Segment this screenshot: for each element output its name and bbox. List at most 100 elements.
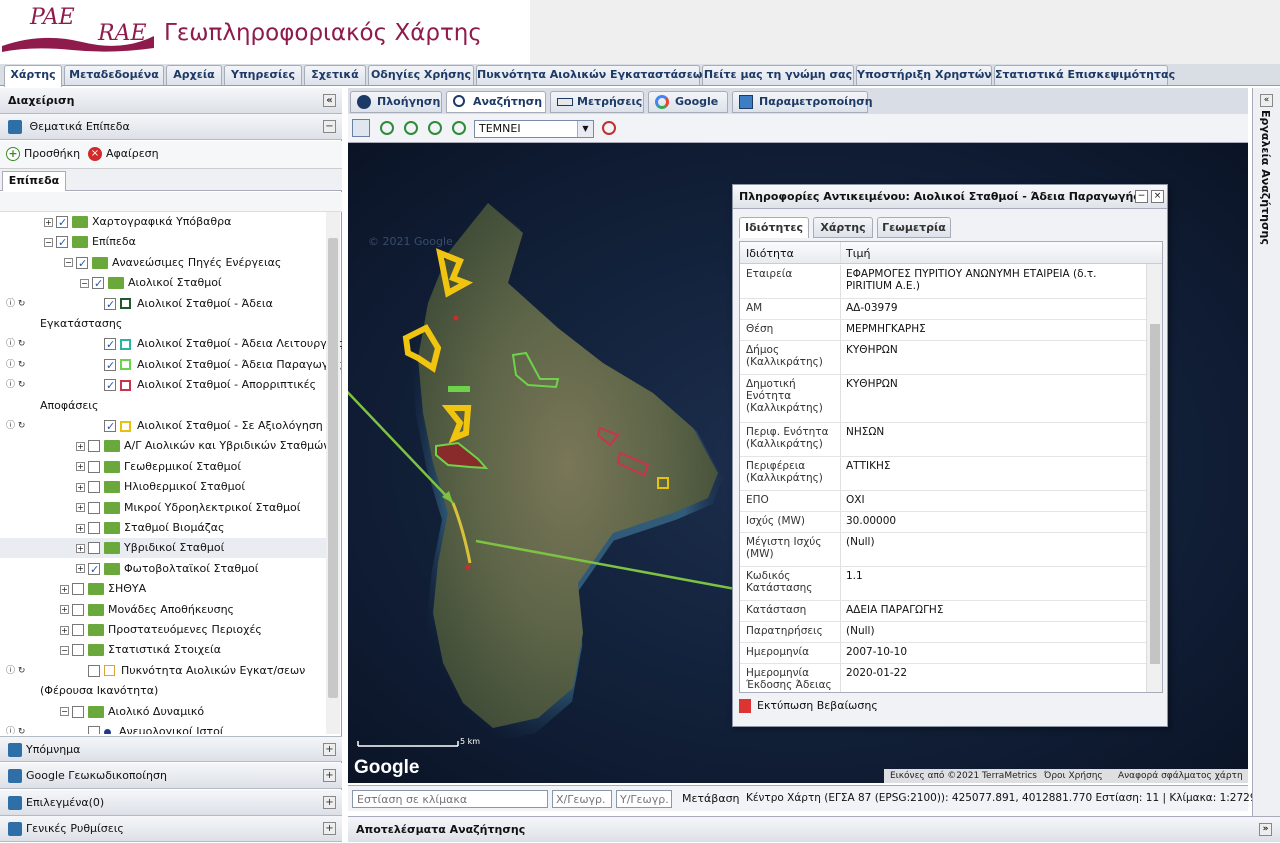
expand-right-button[interactable]: « [1260,94,1273,107]
layer-checkbox[interactable] [88,501,100,514]
tree-node[interactable]: (Φέρουσα Ικανότητα) [40,681,158,701]
dialog-title[interactable]: Πληροφορίες Αντικειμένου: Αιολικοί Σταθμ… [733,185,1167,209]
property-row[interactable]: Δημοτική Ενότητα (Καλλικράτης) ΚΥΘΗΡΩΝ [740,375,1146,423]
grid-scroll-thumb[interactable] [1150,324,1160,664]
tree-node[interactable]: + Γεωθερμικοί Σταθμοί [76,457,241,477]
tab-map[interactable]: Χάρτης [4,65,62,87]
remove-button[interactable]: × Αφαίρεση [88,147,159,161]
tab-support[interactable]: Υποστήριξη Χρηστών [856,65,992,85]
tree-scrollbar[interactable] [326,212,340,734]
layer-checkbox[interactable] [92,274,104,294]
clear-search-icon[interactable] [602,121,616,135]
expand-toggle-icon[interactable]: + [44,217,53,227]
tree-node[interactable]: − Επίπεδα [44,232,136,253]
tree-node[interactable]: Αποφάσεις [40,396,98,416]
tree-node[interactable]: + Χαρτογραφικά Υπόβαθρα [44,212,231,233]
layer-checkbox[interactable] [104,417,116,437]
x-coordinate-input[interactable] [552,790,612,808]
tree-node[interactable]: − Αιολικό Δυναμικό [60,702,204,722]
selected-panel[interactable]: Επιλεγμένα(0) + [0,790,342,816]
property-row[interactable]: Θέση ΜΕΡΜΗΓΚΑΡΗΣ [740,320,1146,341]
tree-node[interactable]: − Αιολικοί Σταθμοί [80,273,222,294]
property-row[interactable]: Περιφέρεια (Καλλικράτης) ΑΤΤΙΚΗΣ [740,457,1146,491]
info-icons[interactable]: ⓘ ↻ [6,334,36,354]
y-coordinate-input[interactable] [616,790,672,808]
zoom-selection-icon[interactable] [452,121,466,135]
tab-properties[interactable]: Ιδιότητες [739,217,809,238]
tab-about[interactable]: Σχετικά [304,65,366,85]
property-row[interactable]: Μέγιστη Ισχύς (MW) (Null) [740,533,1146,567]
refresh-icon[interactable]: ↻ [18,380,26,390]
close-icon[interactable]: × [1151,190,1164,203]
geocode-panel[interactable]: Google Γεωκωδικοποίηση + [0,763,342,789]
layer-checkbox[interactable] [88,726,100,734]
info-icons[interactable]: ⓘ ↻ [6,416,36,436]
layer-checkbox[interactable] [72,644,84,657]
info-icon[interactable]: ⓘ [6,421,15,431]
info-icons[interactable]: ⓘ ↻ [6,661,36,681]
report-link[interactable]: Αναφορά σφάλματος χάρτη [1118,769,1243,783]
tree-node[interactable]: + Ηλιοθερμικοί Σταθμοί [76,477,245,497]
thematic-header[interactable]: Θεματικά Επίπεδα − [0,114,342,140]
expand-toggle-icon[interactable]: + [76,564,85,574]
tree-node[interactable]: Πυκνότητα Αιολικών Εγκατ/σεων [88,661,305,681]
property-row[interactable]: Δήμος (Καλλικράτης) ΚΥΘΗΡΩΝ [740,341,1146,375]
tree-node[interactable]: Αιολικοί Σταθμοί - Απορριπτικές [104,375,316,396]
layer-checkbox[interactable] [88,542,100,555]
property-row[interactable]: Παρατηρήσεις (Null) [740,622,1146,643]
grid-scrollbar[interactable] [1146,264,1162,692]
tree-node[interactable]: − Στατιστικά Στοιχεία [60,640,221,660]
tree-node[interactable]: − Ανανεώσιμες Πηγές Ενέργειας [64,253,281,274]
tree-node[interactable]: Αιολικοί Σταθμοί - Άδεια Παραγωγής [104,355,342,376]
layer-checkbox[interactable] [88,460,100,473]
info-icon[interactable]: ⓘ [6,727,15,734]
tree-node[interactable]: + Υβριδικοί Σταθμοί [0,538,326,559]
tree-node[interactable]: Αιολικοί Σταθμοί - Σε Αξιολόγηση [104,416,323,437]
info-icons[interactable]: ⓘ ↻ [6,355,36,375]
layer-checkbox[interactable] [88,664,100,677]
property-row[interactable]: Εταιρεία ΕΦΑΡΜΟΓΕΣ ΠΥΡΙΤΙΟΥ ΑΝΩΝΥΜΗ ΕΤΑΙΡ… [740,265,1146,299]
layer-checkbox[interactable] [76,254,88,274]
property-row[interactable]: ΑΜ ΑΔ-03979 [740,299,1146,320]
info-icon[interactable]: ⓘ [6,666,15,676]
search-results-panel[interactable]: Αποτελέσματα Αναζήτησης » [348,816,1280,842]
property-row[interactable]: Κωδικός Κατάστασης 1.1 [740,567,1146,601]
layer-checkbox[interactable] [88,522,100,534]
tab-dialog-map[interactable]: Χάρτης [813,217,873,238]
layer-checkbox[interactable] [104,295,116,315]
tab-geometry[interactable]: Γεωμετρία [877,217,951,238]
expand-legend-button[interactable]: + [323,743,336,756]
tree-node[interactable]: + Φωτοβολταϊκοί Σταθμοί [76,559,259,580]
tab-measurements[interactable]: Μετρήσεις [550,91,644,113]
expand-geocode-button[interactable]: + [323,769,336,782]
expand-toggle-icon[interactable]: + [76,462,85,472]
tab-services[interactable]: Υπηρεσίες [224,65,302,85]
add-button[interactable]: + Προσθήκη [6,147,80,161]
info-icon[interactable]: ⓘ [6,339,15,349]
expand-toggle-icon[interactable]: + [76,482,85,492]
expand-toggle-icon[interactable]: + [60,625,69,635]
tree-node[interactable]: Εγκατάστασης [40,314,122,334]
focus-scale-input[interactable] [352,790,548,808]
tree-scroll-thumb[interactable] [328,238,338,698]
settings-panel[interactable]: Γενικές Ρυθμίσεις + [0,816,342,842]
collapse-thematic-button[interactable]: − [323,120,336,133]
tab-statistics[interactable]: Στατιστικά Επισκεψιμότητας [994,65,1175,85]
layer-checkbox[interactable] [104,356,116,376]
minimize-icon[interactable]: − [1135,190,1148,203]
layer-checkbox[interactable] [88,440,100,453]
info-icon[interactable]: ⓘ [6,360,15,370]
expand-results-button[interactable]: » [1259,823,1272,836]
expand-toggle-icon[interactable]: − [80,278,89,288]
layer-checkbox[interactable] [56,213,68,233]
tree-node[interactable]: + Προστατευόμενες Περιοχές [60,620,262,640]
tab-instructions[interactable]: Οδηγίες Χρήσης [368,65,474,85]
info-icons[interactable]: ⓘ ↻ [6,722,36,734]
property-row[interactable]: Ημερομηνία Έκδοσης Άδειας 2020-01-22 [740,664,1146,692]
layer-checkbox[interactable] [72,583,84,596]
expand-toggle-icon[interactable]: + [76,543,85,553]
property-column-header[interactable]: Ιδιότητα [746,247,794,260]
tree-node[interactable]: + Μικροί Υδροηλεκτρικοί Σταθμοί [76,498,300,518]
expand-toggle-icon[interactable]: + [60,584,69,594]
tree-node[interactable]: + Α/Γ Αιολικών και Υβριδικών Σταθμών [76,436,330,456]
